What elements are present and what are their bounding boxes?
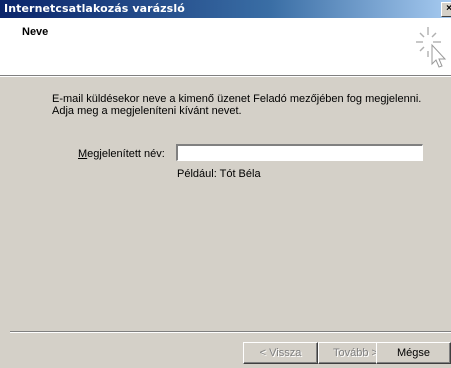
title-bar[interactable]: Internetcsatlakozás varázsló × [0, 0, 451, 18]
description-text: E-mail küldésekor neve a kimenő üzenet F… [52, 93, 422, 117]
page-title: Neve [22, 26, 49, 38]
wizard-header: Neve [0, 18, 451, 77]
example-text: Például: Tót Béla [177, 168, 261, 180]
close-icon: × [446, 3, 451, 14]
cancel-button[interactable]: Mégse [376, 342, 451, 364]
display-name-label: Megjelenített név: [78, 148, 165, 160]
display-name-input[interactable] [176, 144, 423, 161]
back-button[interactable]: < Vissza [243, 342, 318, 364]
display-name-label-rest: egjelenített név: [87, 148, 165, 160]
wizard-cursor-icon [416, 27, 447, 68]
close-button[interactable]: × [441, 2, 451, 17]
footer-divider [10, 331, 451, 333]
window-title: Internetcsatlakozás varázsló [4, 2, 185, 15]
mnemonic-letter: M [78, 148, 88, 160]
